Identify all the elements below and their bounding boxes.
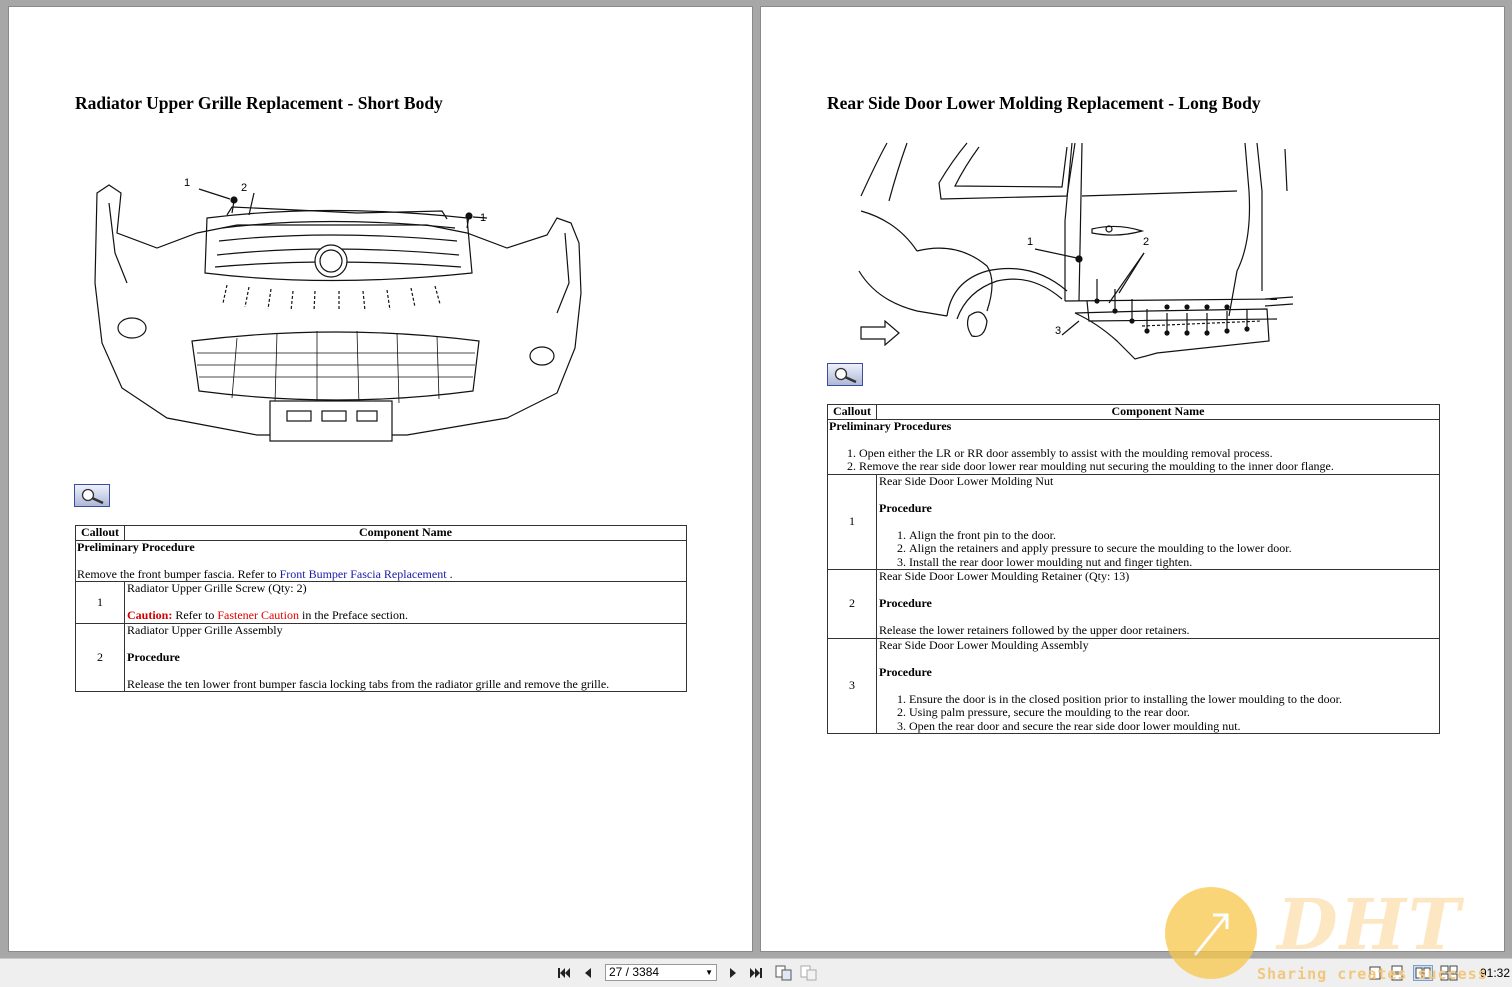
callout-cell: 1 (827, 473, 877, 570)
procedure-heading: Procedure (879, 596, 932, 610)
preliminary-procedure-cell: Preliminary Procedure Remove the front b… (75, 539, 687, 582)
procedure-heading: Procedure (879, 500, 932, 515)
magnifier-icon (81, 488, 104, 505)
two-page-continuous-icon[interactable] (1440, 965, 1458, 981)
grille-callout-1b: 1 (480, 212, 487, 224)
left-page: Radiator Upper Grille Replacement - Shor… (8, 6, 753, 952)
left-page-title: Radiator Upper Grille Replacement - Shor… (75, 93, 443, 113)
component-cell: Rear Side Door Lower Moulding Retainer (… (876, 569, 1440, 639)
magnifier-icon (834, 367, 857, 384)
paste-page-icon[interactable] (800, 965, 818, 981)
component-name-header: Component Name (876, 404, 1440, 420)
viewer-toolbar: 27 / 3384 ▼ 91:32 (0, 958, 1512, 987)
prev-page-icon[interactable] (580, 965, 596, 981)
procedure-steps: Ensure the door is in the closed positio… (879, 692, 1437, 734)
component-cell: Rear Side Door Lower Molding Nut Procedu… (876, 473, 1440, 570)
right-procedure-table: Callout Component Name Preliminary Proce… (827, 404, 1440, 734)
callout-cell: 2 (75, 622, 125, 692)
component-cell: Rear Side Door Lower Moulding Assembly P… (876, 637, 1440, 734)
next-page-icon[interactable] (725, 965, 741, 981)
table-row: 1 Rear Side Door Lower Molding Nut Proce… (827, 473, 1440, 570)
chevron-down-icon[interactable]: ▼ (705, 965, 713, 980)
procedure-text: Release the ten lower front bumper fasci… (127, 676, 610, 691)
table-row: 2 Rear Side Door Lower Moulding Retainer… (827, 569, 1440, 639)
callout-header: Callout (75, 525, 125, 541)
copy-page-icon[interactable] (775, 965, 793, 981)
component-cell: Radiator Upper Grille Assembly Procedure… (124, 622, 687, 692)
grille-callout-1a: 1 (184, 177, 191, 189)
list-item: Ensure the door is in the closed positio… (909, 692, 1437, 707)
continuous-view-icon[interactable] (1390, 965, 1404, 981)
preliminary-text: Remove the front bumper fascia. Refer to… (77, 566, 453, 581)
preliminary-steps: Open either the LR or RR door assembly t… (829, 446, 1437, 474)
list-item: Open the rear door and secure the rear s… (909, 719, 1437, 734)
right-page-title: Rear Side Door Lower Molding Replacement… (827, 93, 1261, 113)
right-page: Rear Side Door Lower Molding Replacement… (760, 6, 1505, 952)
list-item: Install the rear door lower moulding nut… (909, 555, 1437, 570)
procedure-heading: Procedure (127, 649, 180, 664)
preliminary-heading: Preliminary Procedures (829, 418, 952, 433)
list-item: Align the front pin to the door. (909, 528, 1437, 543)
fastener-caution-link[interactable]: Fastener Caution (217, 608, 299, 622)
left-procedure-table: Callout Component Name Preliminary Proce… (75, 525, 687, 692)
table-row: 3 Rear Side Door Lower Moulding Assembly… (827, 637, 1440, 734)
front-bumper-fascia-link[interactable]: Front Bumper Fascia Replacement (280, 567, 447, 581)
door-callout-1: 1 (1027, 236, 1034, 248)
procedure-steps: Align the front pin to the door. Align t… (879, 528, 1437, 570)
door-callout-2: 2 (1143, 236, 1150, 248)
component-name-header: Component Name (124, 525, 687, 541)
component-name: Rear Side Door Lower Molding Nut (879, 473, 1054, 488)
caution-text: Caution: Refer to Fastener Caution in th… (127, 608, 408, 622)
page-number-field[interactable]: 27 / 3384 ▼ (605, 964, 717, 981)
last-page-icon[interactable] (748, 965, 764, 981)
door-callout-3: 3 (1055, 325, 1062, 337)
zoom-illustration-button[interactable] (827, 363, 863, 386)
list-item: Using palm pressure, secure the moulding… (909, 705, 1437, 720)
component-cell: Radiator Upper Grille Screw (Qty: 2) Cau… (124, 581, 687, 624)
callout-cell: 3 (827, 637, 877, 734)
procedure-text: Release the lower retainers followed by … (879, 623, 1190, 637)
callout-cell: 2 (827, 569, 877, 639)
single-page-view-icon[interactable] (1368, 965, 1382, 981)
zoom-illustration-button[interactable] (74, 484, 110, 507)
grille-illustration (94, 184, 582, 442)
callout-header: Callout (827, 404, 877, 420)
table-row: 1 Radiator Upper Grille Screw (Qty: 2) C… (75, 581, 687, 624)
table-row: 2 Radiator Upper Grille Assembly Procedu… (75, 622, 687, 692)
preliminary-procedure-cell: Preliminary Procedures Open either the L… (827, 418, 1440, 475)
clock-readout: 91:32 (1480, 966, 1511, 980)
component-name: Radiator Upper Grille Assembly (127, 622, 283, 637)
door-molding-illustration (858, 142, 1293, 360)
callout-cell: 1 (75, 581, 125, 624)
component-name: Radiator Upper Grille Screw (Qty: 2) (127, 581, 307, 595)
two-page-view-icon[interactable] (1413, 965, 1433, 981)
list-item: Remove the rear side door lower rear mou… (859, 459, 1437, 474)
component-name: Rear Side Door Lower Moulding Retainer (… (879, 569, 1130, 583)
preliminary-heading: Preliminary Procedure (77, 539, 195, 554)
list-item: Open either the LR or RR door assembly t… (859, 446, 1437, 461)
list-item: Align the retainers and apply pressure t… (909, 541, 1437, 556)
grille-callout-2: 2 (241, 182, 248, 194)
procedure-heading: Procedure (879, 664, 932, 679)
first-page-icon[interactable] (556, 965, 572, 981)
component-name: Rear Side Door Lower Moulding Assembly (879, 637, 1089, 652)
